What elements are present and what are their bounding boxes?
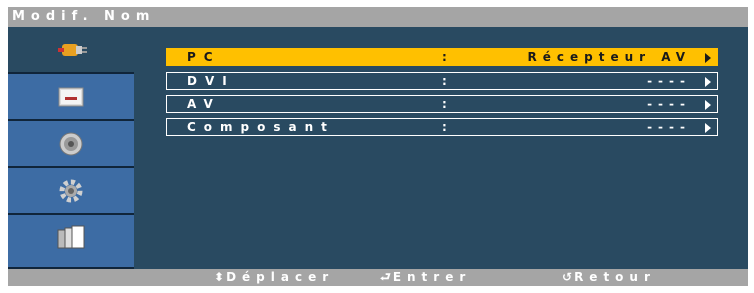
row-label: PC	[187, 50, 221, 64]
arrow-right-icon	[705, 100, 711, 110]
row-value: ----	[647, 74, 691, 88]
menu-row-composant[interactable]: Composant : ----	[166, 118, 718, 136]
menu-row-av[interactable]: AV : ----	[166, 95, 718, 113]
menu-row-pc[interactable]: PC : Récepteur AV	[166, 48, 718, 66]
row-label: DVI	[187, 74, 235, 88]
input-plug-icon	[58, 44, 87, 56]
arrow-right-icon	[705, 77, 711, 87]
enter-icon: ⮐	[380, 270, 391, 284]
footer-enter: ⮐ Entrer	[380, 269, 471, 286]
footer-back-label: Retour	[574, 270, 656, 284]
footer-back: ↺ Retour	[562, 269, 656, 286]
footer-bar: ⬍ Déplacer ⮐ Entrer ↺ Retour	[8, 269, 748, 286]
sidebar	[8, 27, 134, 269]
setup-gear-icon	[59, 179, 83, 203]
footer-move-label: Déplacer	[226, 270, 335, 284]
row-colon: :	[442, 97, 447, 111]
menu-list: PC : Récepteur AV DVI : ---- AV : ---- C…	[134, 27, 748, 269]
sidebar-item-input[interactable]	[8, 27, 134, 74]
sidebar-item-sound[interactable]	[8, 121, 134, 168]
row-colon: :	[442, 120, 447, 134]
return-icon: ↺	[562, 270, 573, 284]
arrow-right-icon	[705, 53, 711, 63]
picture-icon	[58, 87, 84, 107]
footer-move: ⬍ Déplacer	[214, 269, 334, 286]
footer-enter-label: Entrer	[392, 270, 472, 284]
arrow-right-icon	[705, 123, 711, 133]
sidebar-item-picture[interactable]	[8, 74, 134, 121]
sidebar-item-multi-window[interactable]	[8, 215, 134, 269]
osd-menu: Modif. Nom PC: Récepteur AV DVI: ---- …	[8, 7, 748, 286]
row-value: ----	[647, 97, 691, 111]
move-updown-icon: ⬍	[214, 270, 225, 284]
row-colon: :	[442, 50, 447, 64]
menu-title: Modif. Nom	[8, 7, 748, 27]
sidebar-item-setup[interactable]	[8, 168, 134, 215]
row-label: Composant	[187, 120, 335, 134]
row-colon: :	[442, 74, 447, 88]
menu-row-dvi[interactable]: DVI : ----	[166, 72, 718, 90]
speaker-icon	[59, 132, 83, 156]
multi-window-icon	[57, 225, 85, 249]
row-value: Récepteur AV	[527, 50, 691, 64]
row-value: ----	[647, 120, 691, 134]
row-label: AV	[187, 97, 221, 111]
